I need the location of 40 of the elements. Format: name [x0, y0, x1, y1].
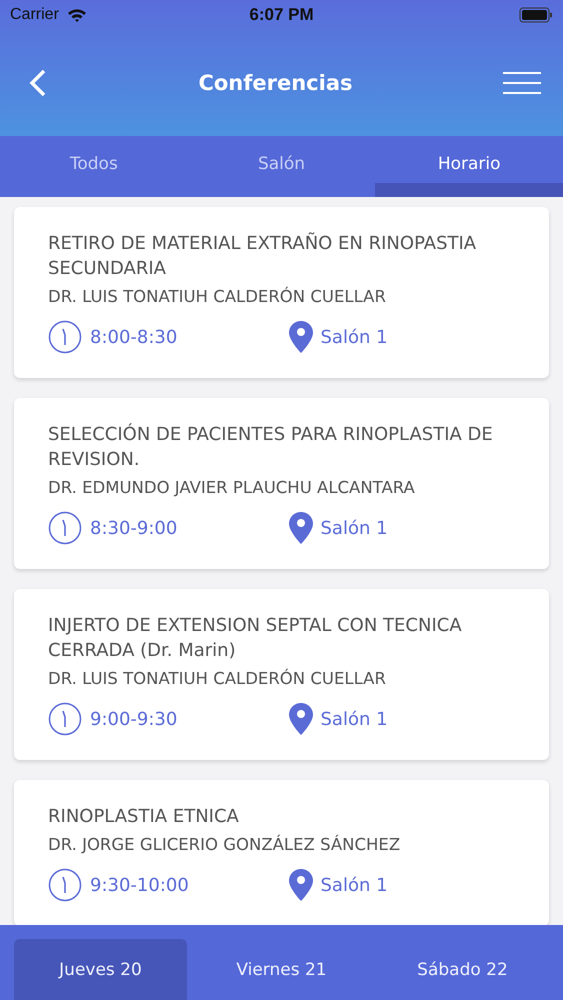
session-card[interactable]: INJERTO DE EXTENSION SEPTAL CON TECNICA CERRADA (Dr. Marin) DR. LUIS TONATIUH CALDERÓN CUELLAR 9:00-9:30 Salón 1	[14, 589, 549, 760]
day-tab[interactable]: Sábado 22	[376, 939, 549, 1000]
battery-icon	[519, 7, 553, 23]
clock-icon	[48, 868, 82, 902]
session-time: 8:00-8:30	[90, 326, 178, 348]
session-time: 8:30-9:00	[90, 518, 178, 538]
session-time: 9:00-9:30	[90, 708, 178, 730]
clock-icon	[48, 511, 82, 545]
back-button[interactable]	[28, 68, 48, 98]
carrier-name: Carrier	[10, 6, 59, 24]
session-room: Salón 1	[320, 708, 388, 730]
speaker-name: DR. LUIS TONATIUH CALDERÓN CUELLAR	[48, 669, 387, 688]
speaker-name: DR. LUIS TONATIUH CALDERÓN CUELLAR	[48, 287, 387, 306]
filter-tab[interactable]: Todos	[0, 136, 188, 197]
location-pin-icon	[288, 869, 312, 901]
session-room: Salón 1	[320, 518, 388, 538]
location-pin-icon	[288, 321, 312, 353]
day-tab[interactable]: Viernes 21	[195, 939, 368, 1000]
wifi-icon	[66, 8, 87, 22]
day-tab[interactable]: Jueves 20	[14, 939, 187, 1000]
session-room: Salón 1	[320, 326, 388, 348]
session-room: Salón 1	[320, 874, 388, 896]
filter-tab[interactable]: Salón	[188, 136, 376, 197]
session-card[interactable]: RETIRO DE MATERIAL EXTRAÑO EN RINOPASTIA SECUNDARIA DR. LUIS TONATIUH CALDERÓN CUELLAR 8:00-8:30 Salón 1	[14, 207, 549, 378]
session-title: RINOPLASTIA ETNICA	[48, 805, 240, 829]
menu-button[interactable]	[502, 71, 541, 95]
speaker-name: DR. EDMUNDO JAVIER PLAUCHU ALCANTARA	[48, 478, 416, 497]
session-card[interactable]: SELECCIÓN DE PACIENTES PARA RINOPLASTIA DE REVISION. DR. EDMUNDO JAVIER PLAUCHU ALCANTARA 8:30-9:00 Salón 1	[14, 398, 549, 569]
session-title: RETIRO DE MATERIAL EXTRAÑO EN RINOPASTIA SECUNDARIA	[48, 231, 478, 281]
session-title: SELECCIÓN DE PACIENTES PARA RINOPLASTIA DE REVISION.	[48, 422, 494, 472]
clock-icon	[48, 320, 82, 354]
location-pin-icon	[288, 512, 312, 544]
clock-time: 6:07 PM	[249, 5, 314, 25]
clock-icon	[48, 702, 82, 736]
speaker-name: DR. JORGE GLICERIO GONZÁLEZ SÁNCHEZ	[48, 835, 402, 854]
session-card[interactable]: RINOPLASTIA ETNICA DR. JORGE GLICERIO GONZÁLEZ SÁNCHEZ 9:30-10:00 Salón 1	[14, 780, 549, 926]
session-title: INJERTO DE EXTENSION SEPTAL CON TECNICA CERRADA (Dr. Marin)	[48, 614, 463, 663]
session-time: 9:30-10:00	[90, 874, 189, 896]
page-title: Conferencias	[198, 71, 353, 95]
location-pin-icon	[288, 703, 312, 735]
